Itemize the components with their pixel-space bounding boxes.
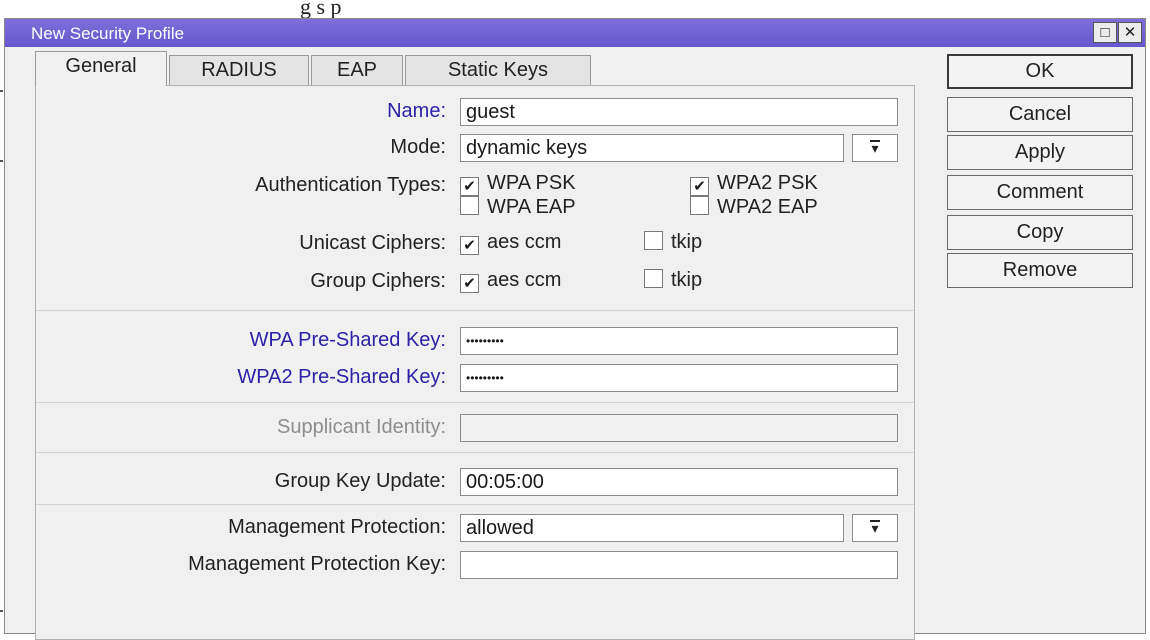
checkmark-icon: ✔: [460, 236, 479, 255]
group-aes-ccm-label: aes ccm: [487, 269, 562, 291]
checkmark-icon: ✔: [690, 177, 709, 196]
title-bar[interactable]: New Security Profile □ ✕: [5, 19, 1145, 47]
wpa-psk-label: WPA PSK: [487, 172, 576, 194]
wpa2-eap-checkbox[interactable]: WPA2 EAP: [690, 196, 818, 220]
checkmark-icon: ✔: [460, 274, 479, 293]
management-protection-key-label: Management Protection Key:: [188, 553, 446, 575]
management-protection-key-input[interactable]: [460, 551, 898, 579]
remove-button[interactable]: Remove: [947, 253, 1133, 288]
divider: [36, 310, 914, 311]
group-ciphers-label: Group Ciphers:: [310, 270, 446, 292]
divider: [36, 452, 914, 453]
restore-icon[interactable]: □: [1093, 22, 1117, 43]
unicast-aes-ccm-label: aes ccm: [487, 231, 562, 253]
tab-static-keys[interactable]: Static Keys: [405, 55, 591, 85]
wpa2-eap-label: WPA2 EAP: [717, 196, 818, 218]
unicast-aes-ccm-checkbox[interactable]: ✔ aes ccm: [460, 231, 561, 255]
mode-select[interactable]: dynamic keys: [460, 134, 844, 162]
unicast-ciphers-label: Unicast Ciphers:: [299, 232, 446, 254]
management-protection-select[interactable]: allowed: [460, 514, 844, 542]
name-label: Name:: [387, 100, 446, 122]
ok-button[interactable]: OK: [947, 54, 1133, 89]
wpa-psk-key-label: WPA Pre-Shared Key:: [249, 329, 446, 351]
wpa-eap-checkbox[interactable]: WPA EAP: [460, 196, 576, 220]
divider: [36, 504, 914, 505]
wpa-psk-key-input[interactable]: •••••••••: [460, 327, 898, 355]
wpa2-psk-key-label: WPA2 Pre-Shared Key:: [237, 366, 446, 388]
wpa-eap-label: WPA EAP: [487, 196, 576, 218]
unicast-tkip-checkbox[interactable]: tkip: [644, 231, 702, 255]
background-text: g s p: [300, 0, 342, 19]
close-icon[interactable]: ✕: [1118, 22, 1142, 43]
group-tkip-label: tkip: [671, 269, 703, 291]
divider: [36, 402, 914, 403]
cancel-button[interactable]: Cancel: [947, 97, 1133, 132]
auth-types-label: Authentication Types:: [255, 174, 446, 196]
apply-button[interactable]: Apply: [947, 135, 1133, 170]
tab-radius[interactable]: RADIUS: [169, 55, 309, 85]
copy-button[interactable]: Copy: [947, 215, 1133, 250]
group-tkip-checkbox[interactable]: tkip: [644, 269, 702, 293]
mode-label: Mode:: [390, 136, 446, 158]
group-aes-ccm-checkbox[interactable]: ✔ aes ccm: [460, 269, 561, 293]
wpa2-psk-label: WPA2 PSK: [717, 172, 818, 194]
checkmark-icon: ✔: [460, 177, 479, 196]
management-protection-label: Management Protection:: [228, 516, 446, 538]
tab-general[interactable]: General: [35, 51, 167, 86]
wpa-psk-checkbox[interactable]: ✔ WPA PSK: [460, 172, 576, 196]
dropdown-arrow-icon[interactable]: ▾: [852, 514, 898, 542]
window-title: New Security Profile: [31, 24, 185, 43]
group-key-update-input[interactable]: 00:05:00: [460, 468, 898, 496]
supplicant-identity-input: [460, 414, 898, 442]
comment-button[interactable]: Comment: [947, 175, 1133, 210]
name-input[interactable]: guest: [460, 98, 898, 126]
general-panel: Name: guest Mode: dynamic keys ▾ Authent…: [35, 85, 915, 640]
supplicant-identity-label: Supplicant Identity:: [277, 416, 446, 438]
tab-eap[interactable]: EAP: [311, 55, 403, 85]
wpa2-psk-checkbox[interactable]: ✔ WPA2 PSK: [690, 172, 818, 196]
security-profile-dialog: New Security Profile □ ✕ General RADIUS …: [4, 18, 1146, 640]
wpa2-psk-key-input[interactable]: •••••••••: [460, 364, 898, 392]
dropdown-arrow-icon[interactable]: ▾: [852, 134, 898, 162]
unicast-tkip-label: tkip: [671, 231, 703, 253]
group-key-update-label: Group Key Update:: [274, 470, 446, 492]
